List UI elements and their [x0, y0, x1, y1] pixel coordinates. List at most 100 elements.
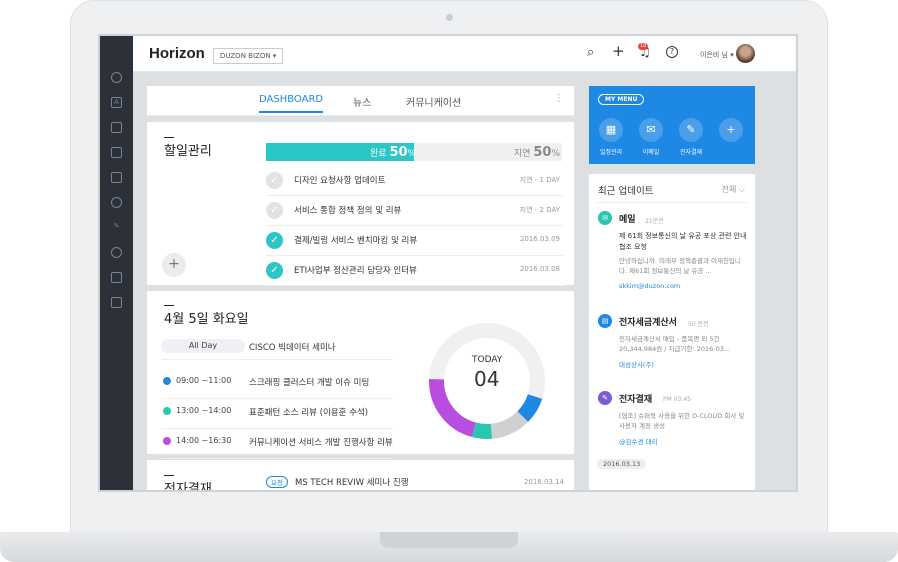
calendar-icon[interactable]: ▦: [599, 118, 623, 142]
avatar[interactable]: [736, 44, 755, 63]
allday-event[interactable]: CISCO 빅데이터 세미나: [249, 341, 336, 353]
checkbox-icon[interactable]: ✓: [266, 172, 283, 189]
tab-communication[interactable]: 커뮤니케이션: [406, 94, 461, 109]
user-name[interactable]: 이은비 님 ▾: [700, 50, 734, 60]
invoice-icon: ▤: [598, 314, 612, 328]
event-time: 09:00 ~11:00: [176, 376, 232, 385]
add-menu-icon[interactable]: +: [719, 118, 743, 142]
checkbox-icon[interactable]: ✓: [266, 232, 283, 249]
event-row[interactable]: 13:00 ~14:00 표준패턴 소스 리뷰 (이용훈 수석): [161, 399, 393, 429]
event-row[interactable]: 09:00 ~11:00 스크래핑 클러스터 개발 이슈 미팅: [161, 369, 393, 399]
app-logo[interactable]: Horizon: [149, 45, 205, 62]
done-label: 완료 50%: [370, 145, 417, 160]
add-icon[interactable]: +: [612, 44, 625, 59]
update-type[interactable]: 전자세금계산서: [619, 315, 677, 328]
approval-item[interactable]: MS TECH REVIW 세미나 진행: [295, 476, 409, 488]
event-name: 커뮤니케이션 서비스 개발 진행사항 리뷰: [249, 438, 393, 448]
camera-icon: [446, 14, 453, 21]
update-time: 21분전: [645, 218, 664, 225]
approval-date: 2016.03.14: [523, 478, 564, 486]
update-link[interactable]: @김수경 대리: [619, 436, 657, 446]
todo-title: 할일관리: [164, 137, 212, 159]
event-row[interactable]: 14:00 ~16:30 커뮤니케이션 서비스 개발 진행사항 리뷰: [161, 429, 393, 459]
company-selector[interactable]: DUZON BIZON ▾: [213, 48, 284, 64]
updates-title: 최근 업데이트: [598, 186, 654, 197]
event-dot: [163, 437, 171, 445]
update-type[interactable]: 메일: [619, 212, 636, 225]
checkbox-icon[interactable]: ✓: [266, 262, 283, 279]
tab-dashboard[interactable]: DASHBOARD: [259, 94, 324, 113]
task-date: 2016.03.09: [519, 235, 560, 243]
task-date: 2016.03.08: [519, 265, 560, 273]
date-chip: 2016.03.13: [597, 459, 647, 469]
search-icon[interactable]: ⌕: [587, 46, 594, 60]
help-icon[interactable]: ?: [666, 46, 678, 58]
update-body[interactable]: 제 61회 정보통신의 날 유공 포상 관련 안내 협조 요청: [619, 231, 747, 253]
calendar-icon[interactable]: [111, 122, 122, 133]
status-badge: 요청: [266, 476, 288, 488]
update-type[interactable]: 전자결재: [619, 392, 652, 405]
view-icon[interactable]: [111, 197, 122, 208]
donut-segment: [490, 411, 529, 439]
menu-label-email: 이메일: [642, 149, 660, 156]
top-bar: Horizon DUZON BIZON ▾ ⌕ + ♫ 10 ? 이은비 님 ▾: [133, 36, 796, 72]
tab-news[interactable]: 뉴스: [353, 94, 371, 109]
text-icon[interactable]: A: [111, 97, 122, 108]
schedule-card: 4월 5일 화요일 All Day CISCO 빅데이터 세미나 09:00 ~…: [147, 291, 574, 459]
update-link[interactable]: skkim@duzon.com: [619, 282, 680, 290]
approval-title: 전자결재: [164, 475, 212, 490]
schedule-title: 4월 5일 화요일: [164, 305, 249, 327]
event-name: 스크래핑 클러스터 개발 이슈 미팅: [249, 378, 370, 388]
my-menu-label: MY MENU: [598, 94, 645, 105]
update-time: PM 03:45: [663, 396, 691, 403]
event-time: 13:00 ~14:00: [176, 406, 232, 415]
task-date: 지연 - 1 DAY: [519, 176, 560, 184]
todo-card: 할일관리 완료 50% 지연 50% ✓ 디자인 요청사항 업데이트 지연 - 1 …: [147, 122, 574, 286]
event-time: 14:00 ~16:30: [176, 436, 232, 445]
chat-icon[interactable]: [111, 247, 122, 258]
task-row[interactable]: ✓ 결제/빌링 서비스 벤치마킹 및 리뷰 2016.03.09: [266, 226, 564, 256]
updates-filter[interactable]: 전체 ⌵: [722, 184, 745, 195]
task-title: 결제/빌링 서비스 벤치마킹 및 리뷰: [294, 236, 418, 246]
pen-icon[interactable]: ✎: [679, 118, 703, 142]
checkbox-icon[interactable]: ✓: [266, 202, 283, 219]
grid-icon[interactable]: [111, 147, 122, 158]
today-label: TODAY: [472, 355, 503, 365]
task-title: ETI사업부 정산관리 담당자 인터뷰: [294, 266, 417, 276]
home-icon[interactable]: [111, 72, 122, 83]
menu-label-schedule: 일정관리: [599, 149, 623, 156]
app-screen: A ✎ Horizon DUZON BIZON ▾ ⌕ + ♫ 10 ? 이은비…: [98, 34, 798, 492]
task-row[interactable]: ✓ 디자인 요청사항 업데이트 지연 - 1 DAY: [266, 166, 564, 196]
task-row[interactable]: ✓ ETI사업부 정산관리 담당자 인터뷰 2016.03.08: [266, 256, 564, 286]
allday-chip: All Day: [161, 339, 245, 353]
update-snippet: 전자세금계산서 매입 - 품목명 외 5건 20,344,984원 / 지급기한…: [619, 335, 731, 353]
pen-icon[interactable]: ✎: [111, 222, 122, 233]
delay-label: 지연 50%: [513, 145, 560, 160]
left-sidebar: A ✎: [100, 36, 133, 490]
event-dot: [163, 407, 171, 415]
folder-icon[interactable]: [111, 297, 122, 308]
todo-progress: 완료 50% 지연 50%: [266, 143, 562, 161]
more-icon[interactable]: ⋮: [554, 93, 564, 104]
mail-icon: ✉: [598, 211, 612, 225]
update-link[interactable]: 대성상사(주): [619, 359, 654, 369]
task-date: 지연 - 2 DAY: [519, 206, 560, 214]
approval-card: 전자결재 요청 MS TECH REVIW 세미나 진행 2016.03.14: [147, 460, 574, 490]
tab-bar: DASHBOARD 뉴스 커뮤니케이션 ⋮: [147, 86, 574, 116]
today-number: 04: [474, 367, 500, 391]
task-title: 디자인 요청사항 업데이트: [294, 176, 386, 186]
pen-icon: ✎: [598, 391, 612, 405]
notification-badge: 10: [638, 43, 649, 50]
task-row[interactable]: ✓ 서비스 통합 정책 정의 및 리뷰 지연 - 2 DAY: [266, 196, 564, 226]
donut-segment: [471, 422, 493, 439]
add-task-button[interactable]: +: [162, 253, 186, 277]
menu-label-approval: 전자결재: [679, 149, 703, 156]
mail-icon[interactable]: ✉: [639, 118, 663, 142]
mail-icon[interactable]: [111, 172, 122, 183]
donut-segment: [517, 393, 543, 423]
donut-segment: [429, 378, 477, 438]
schedule-icon[interactable]: [111, 272, 122, 283]
task-title: 서비스 통합 정책 정의 및 리뷰: [294, 206, 402, 216]
my-menu-panel: MY MENU ▦ ✉ ✎ + 일정관리 이메일 전자결재: [589, 86, 755, 164]
update-snippet: 안녕하십니까. 미래부 정책총괄과 이재헌입니다. 제61회 정보통신의 날 유…: [619, 257, 741, 275]
